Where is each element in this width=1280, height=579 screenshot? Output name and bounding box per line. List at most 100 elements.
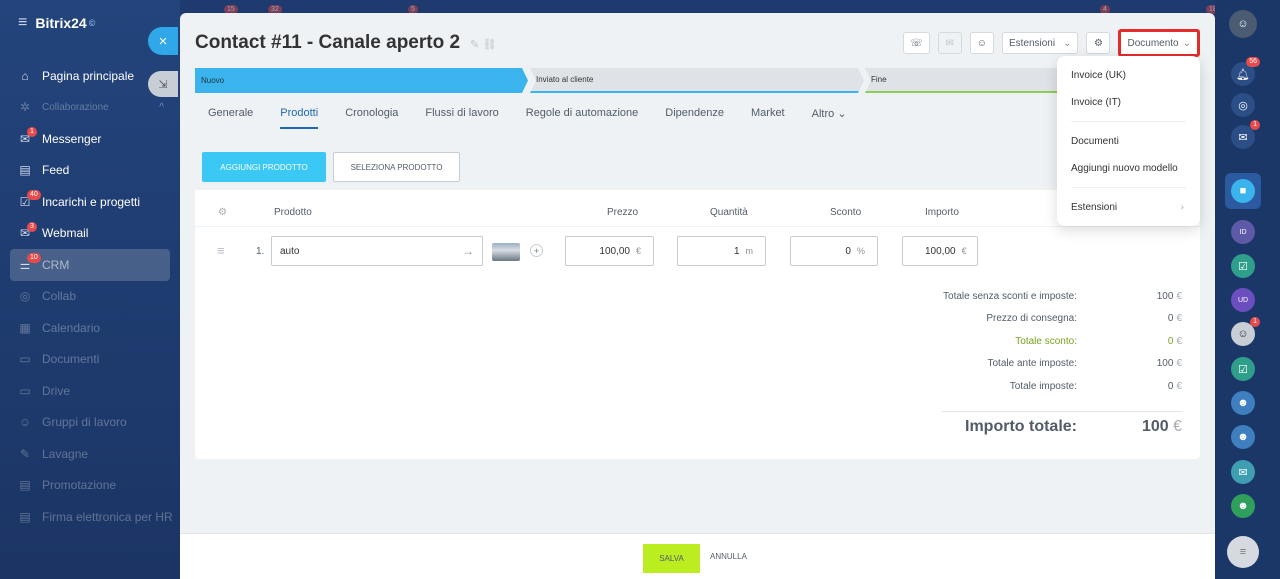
total-number: 0	[1167, 335, 1174, 347]
contact-avatar[interactable]: UD	[1231, 288, 1255, 312]
tab-history[interactable]: Cronologia	[345, 107, 398, 129]
sidebar-item-label: Collab	[42, 289, 77, 304]
sidebar-item-groups[interactable]: ☺ Gruppi di lavoro	[0, 407, 180, 439]
currency: €	[1176, 335, 1182, 347]
group-button[interactable]: ☻	[1231, 391, 1255, 415]
menu-item-extensions[interactable]: Estensioni ›	[1057, 194, 1200, 221]
sidebar-item-calendar[interactable]: ▦ Calendario	[0, 312, 180, 344]
discount-unit: %	[856, 246, 865, 256]
sidebar-item-messenger[interactable]: ✉ 1 Messenger	[0, 123, 180, 155]
menu-item-invoice-it[interactable]: Invoice (IT)	[1057, 89, 1200, 116]
stage-new[interactable]: Nuovo	[195, 68, 528, 93]
product-image[interactable]	[492, 243, 520, 261]
close-slider-button[interactable]: ×	[148, 27, 178, 55]
menu-icon[interactable]: ≡	[18, 14, 27, 32]
column-header: Prezzo	[607, 207, 639, 218]
arrow-right-icon[interactable]: →	[462, 244, 474, 258]
document-button[interactable]: Documento ⌄	[1118, 29, 1200, 57]
tab-products[interactable]: Prodotti	[280, 107, 319, 129]
sidebar-item-crm[interactable]: ⚌ 10 CRM	[10, 249, 170, 281]
minimize-slider-button[interactable]: ⇲	[148, 71, 178, 97]
email-button[interactable]: ✉	[937, 32, 962, 54]
sidebar-item-collab[interactable]: ◎ Collab	[0, 281, 180, 313]
copilot-button[interactable]: ◎	[1231, 93, 1255, 117]
phone-icon: ☏	[910, 37, 923, 49]
save-button[interactable]: SALVA	[643, 544, 700, 573]
discount-input[interactable]: 0%	[790, 236, 878, 266]
add-product-button[interactable]: AGGIUNGI PRODOTTO	[202, 152, 326, 182]
tab-more[interactable]: Altro ⌄	[812, 107, 847, 129]
contact-avatar[interactable]: ID	[1231, 220, 1255, 244]
sidebar-item-label: Incarichi e progetti	[42, 194, 141, 209]
table-row: ≡ 1. auto → + 100,00 € 1m 0% 100,00 €	[195, 234, 1200, 268]
sidebar-item-signature[interactable]: ▤ Firma elettronica per HR	[0, 501, 180, 533]
sidebar-item-label: Messenger	[42, 131, 102, 146]
menu-item-add-template[interactable]: Aggiungi nuovo modello	[1057, 155, 1200, 182]
chat-button[interactable]: ✉ 1	[1231, 120, 1260, 149]
total-number: 100	[1156, 358, 1174, 370]
add-image-icon[interactable]: +	[530, 244, 543, 257]
amount-input[interactable]: 100,00 €	[902, 236, 978, 266]
chat-tile-button[interactable]: ✉	[1231, 460, 1255, 484]
group-button[interactable]: ☻	[1231, 494, 1255, 518]
sidebar-item-collaboration[interactable]: ✲ Collaborazione ^	[0, 92, 180, 124]
currency: €	[1176, 313, 1182, 325]
tab-market[interactable]: Market	[751, 107, 785, 129]
promo-icon: ▤	[19, 478, 31, 493]
edit-title-icon[interactable]: ✎ ⛓	[470, 38, 496, 51]
row-index: 1.	[256, 246, 265, 257]
call-button[interactable]: ☏	[903, 32, 930, 54]
chat-button[interactable]: ☺	[969, 32, 994, 54]
sidebar-item-documents[interactable]: ▭ Documenti	[0, 344, 180, 376]
sidebar-item-drive[interactable]: ▭ Drive	[0, 375, 180, 407]
price-input[interactable]: 100,00 €	[565, 236, 654, 266]
user-avatar[interactable]: ☺	[1229, 10, 1257, 38]
contact-avatar[interactable]: ☺ 1	[1231, 317, 1260, 346]
avatar-icon: ☺	[1237, 328, 1249, 340]
extensions-button[interactable]: Estensioni ⌄	[1001, 32, 1079, 54]
sidebar-item-label: Feed	[42, 163, 70, 178]
notifications-button[interactable]: 🔔︎ 56	[1231, 57, 1260, 86]
chevron-down-icon: ⌄	[837, 108, 847, 120]
feed-icon: ▤	[19, 163, 31, 178]
currency: €	[1176, 358, 1182, 370]
logo[interactable]: ≡ Bitrix24 ©	[18, 14, 95, 32]
product-name-input[interactable]: auto →	[271, 236, 483, 266]
settings-button[interactable]: ⚙	[1086, 32, 1111, 54]
total-number: 0	[1167, 380, 1174, 392]
gear-icon[interactable]: ⚙	[218, 207, 227, 218]
group-button[interactable]: ☻	[1231, 425, 1255, 449]
stage-label: Inviato al cliente	[536, 75, 594, 84]
tasks-button[interactable]: ☑	[1231, 357, 1255, 381]
drag-handle-icon[interactable]: ≡	[217, 243, 225, 258]
select-product-button[interactable]: SELEZIONA PRODOTTO	[333, 152, 460, 182]
sidebar-item-promo[interactable]: ▤ Promotazione	[0, 470, 180, 502]
sidebar-item-label: Collaborazione	[42, 101, 109, 113]
menu-item-documents[interactable]: Documenti	[1057, 128, 1200, 155]
sidebar-item-feed[interactable]: ▤ Feed	[0, 155, 180, 187]
tab-dependencies[interactable]: Dipendenze	[665, 107, 724, 129]
stage-label: Nuovo	[201, 76, 225, 85]
chat-icon: ✉	[1238, 466, 1248, 479]
tab-workflows[interactable]: Flussi di lavoro	[425, 107, 498, 129]
sidebar-item-tasks[interactable]: ☑ 40 Incarichi e progetti	[0, 186, 180, 218]
sidebar-item-boards[interactable]: ✎ Lavagne	[0, 438, 180, 470]
tab-automation[interactable]: Regole di automazione	[526, 107, 639, 129]
menu-item-invoice-uk[interactable]: Invoice (UK)	[1057, 62, 1200, 89]
total-value: 0 €	[1168, 336, 1182, 347]
cancel-button[interactable]: ANNULLA	[710, 552, 747, 561]
bookmark-button[interactable]: ■	[1231, 179, 1255, 203]
grand-total: Importo totale: 100 €	[882, 418, 1182, 442]
document-label: Documento	[1127, 37, 1179, 49]
amount-unit: €	[961, 246, 967, 256]
sidebar-item-webmail[interactable]: ✉ 3 Webmail	[0, 218, 180, 250]
quantity-input[interactable]: 1m	[677, 236, 766, 266]
calendar-icon: ▦	[19, 320, 31, 335]
menu-button[interactable]: ≡	[1227, 536, 1259, 568]
sidebar-item-label: Lavagne	[42, 446, 89, 461]
tasks-button[interactable]: ☑	[1231, 254, 1255, 278]
tab-general[interactable]: Generale	[208, 107, 253, 129]
stage-sent[interactable]: Inviato al cliente	[530, 68, 864, 93]
right-sidebar: ☺ 🔔︎ 56 ◎ ✉ 1 ■ ID ☑ UD ☺ 1 ☑ ☻ ☻ ✉ ☻ ≡	[1215, 0, 1280, 579]
sidebar-nav: ⌂ Pagina principale ✲ Collaborazione ^ ✉ 1 Me…	[0, 60, 180, 533]
